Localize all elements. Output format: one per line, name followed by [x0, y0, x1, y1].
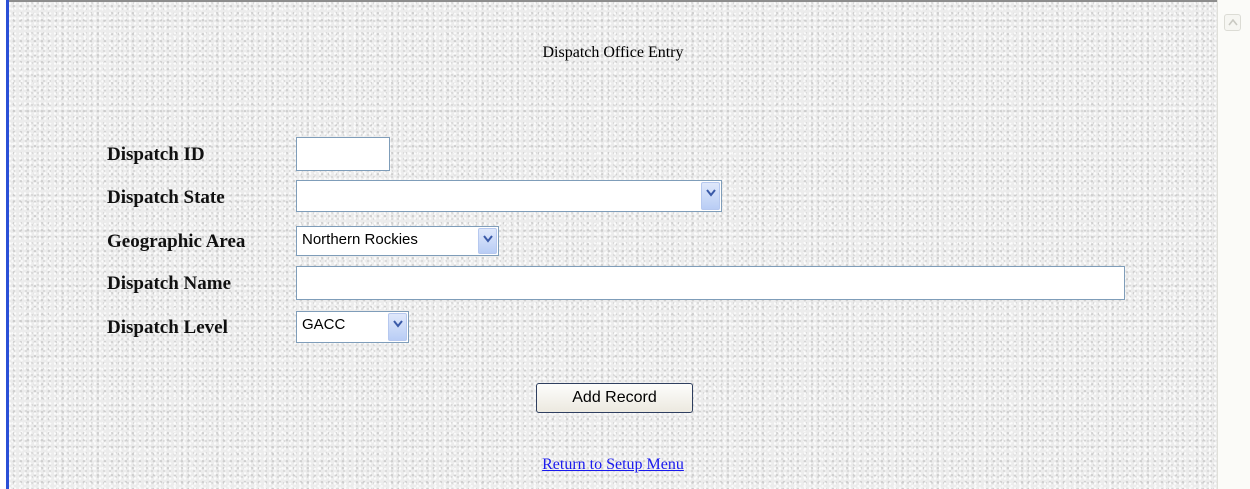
dispatch-level-label: Dispatch Level — [107, 317, 228, 338]
geographic-area-label: Geographic Area — [107, 231, 246, 252]
dispatch-name-label: Dispatch Name — [107, 273, 232, 294]
scroll-up-button[interactable] — [1224, 14, 1241, 31]
vertical-scrollbar[interactable] — [1217, 0, 1250, 489]
dispatch-level-select[interactable]: GACC — [296, 311, 409, 343]
return-link-row: Return to Setup Menu — [9, 456, 1217, 474]
geographic-area-value: Northern Rockies — [302, 231, 418, 248]
dispatch-state-select[interactable] — [296, 180, 722, 212]
dispatch-name-input[interactable] — [296, 266, 1125, 300]
dispatch-level-value: GACC — [302, 316, 346, 333]
geographic-area-select[interactable]: Northern Rockies — [296, 226, 499, 256]
browser-viewport: Dispatch Office Entry Dispatch ID Dispat… — [0, 0, 1250, 489]
chevron-down-icon[interactable] — [388, 313, 407, 341]
chevron-down-icon[interactable] — [478, 228, 497, 254]
add-record-button[interactable]: Add Record — [536, 383, 693, 413]
page-content: Dispatch Office Entry Dispatch ID Dispat… — [9, 2, 1217, 489]
page-title: Dispatch Office Entry — [542, 44, 684, 61]
dispatch-id-label: Dispatch ID — [107, 144, 205, 165]
dispatch-state-label: Dispatch State — [107, 187, 225, 208]
return-to-setup-menu-link[interactable]: Return to Setup Menu — [542, 456, 684, 473]
chevron-down-icon[interactable] — [701, 182, 720, 210]
dispatch-id-input[interactable] — [296, 137, 390, 171]
